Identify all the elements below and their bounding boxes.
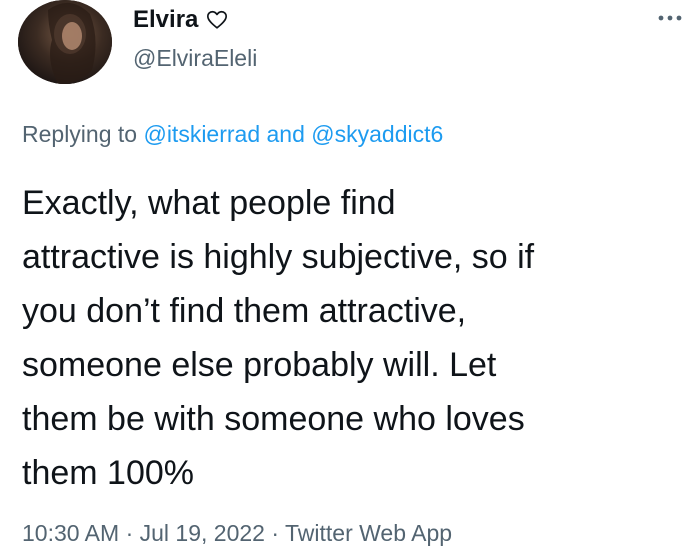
author-display-name[interactable]: Elvira bbox=[133, 6, 198, 34]
tweet-date[interactable]: Jul 19, 2022 bbox=[140, 520, 265, 546]
mention-conjunction[interactable]: and bbox=[267, 121, 305, 147]
tweet-text-line: them be with someone who loves bbox=[22, 400, 525, 438]
author-name-row: Elvira bbox=[133, 6, 228, 34]
tweet-text-line: you don’t find them attractive, bbox=[22, 292, 467, 330]
avatar[interactable] bbox=[18, 0, 112, 84]
tweet-source[interactable]: Twitter Web App bbox=[285, 520, 452, 546]
tweet-text: Exactly, what people find attractive is … bbox=[22, 176, 692, 500]
meta-separator: · bbox=[125, 520, 134, 546]
tweet-text-line: someone else probably will. Let bbox=[22, 346, 497, 384]
replying-to: Replying to @itskierrad and @skyaddict6 bbox=[22, 119, 443, 149]
avatar-image bbox=[18, 0, 112, 84]
replying-prefix: Replying to bbox=[22, 121, 138, 147]
tweet-metadata: 10:30 AM · Jul 19, 2022 · Twitter Web Ap… bbox=[22, 518, 452, 548]
tweet: Elvira @ElviraEleli Replying to @itskier… bbox=[0, 0, 700, 560]
more-horizontal-icon[interactable] bbox=[654, 8, 686, 28]
tweet-text-line: attractive is highly subjective, so if bbox=[22, 238, 535, 276]
meta-separator: · bbox=[271, 520, 280, 546]
mention-link[interactable]: @skyaddict6 bbox=[311, 121, 443, 147]
heart-outline-icon bbox=[206, 9, 228, 31]
mention-link[interactable]: @itskierrad bbox=[143, 121, 260, 147]
tweet-text-line: Exactly, what people find bbox=[22, 184, 396, 222]
tweet-text-line: them 100% bbox=[22, 454, 194, 492]
tweet-time[interactable]: 10:30 AM bbox=[22, 520, 119, 546]
author-handle[interactable]: @ElviraEleli bbox=[133, 44, 257, 72]
